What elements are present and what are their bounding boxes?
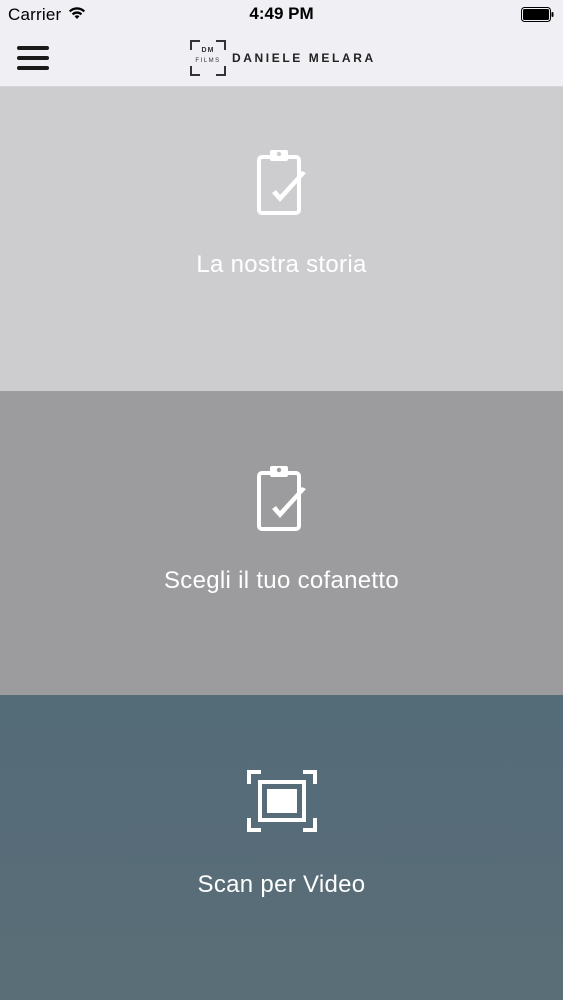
clock-time: 4:49 PM — [249, 4, 314, 23]
tile-label: Scegli il tuo cofanetto — [163, 567, 400, 594]
dm-films-logo-icon: DM FILMS — [190, 40, 226, 76]
tile-scan-per-video[interactable]: Scan per Video — [0, 695, 563, 1000]
status-bar: Carrier 4:49 PM — [0, 0, 563, 30]
scan-frame-icon — [246, 770, 317, 837]
hamburger-menu-icon[interactable] — [16, 44, 50, 72]
tile-scegli-il-tuo-cofanetto[interactable]: Scegli il tuo cofanetto — [0, 391, 563, 695]
battery-icon — [521, 7, 555, 28]
clipboard-check-icon — [254, 463, 310, 538]
clipboard-check-icon — [254, 147, 310, 222]
tile-label: La nostra storia — [196, 251, 367, 278]
logo-monogram: DM — [201, 47, 215, 54]
tile-label: Scan per Video — [197, 871, 366, 898]
logo-subtitle: FILMS — [195, 58, 221, 64]
brand-name: DANIELE MELARA — [232, 51, 376, 65]
brand-logo: DM FILMS DANIELE MELARA — [190, 39, 376, 77]
tile-la-nostra-storia[interactable]: La nostra storia — [0, 87, 563, 391]
navigation-bar: DM FILMS DANIELE MELARA — [0, 30, 563, 87]
